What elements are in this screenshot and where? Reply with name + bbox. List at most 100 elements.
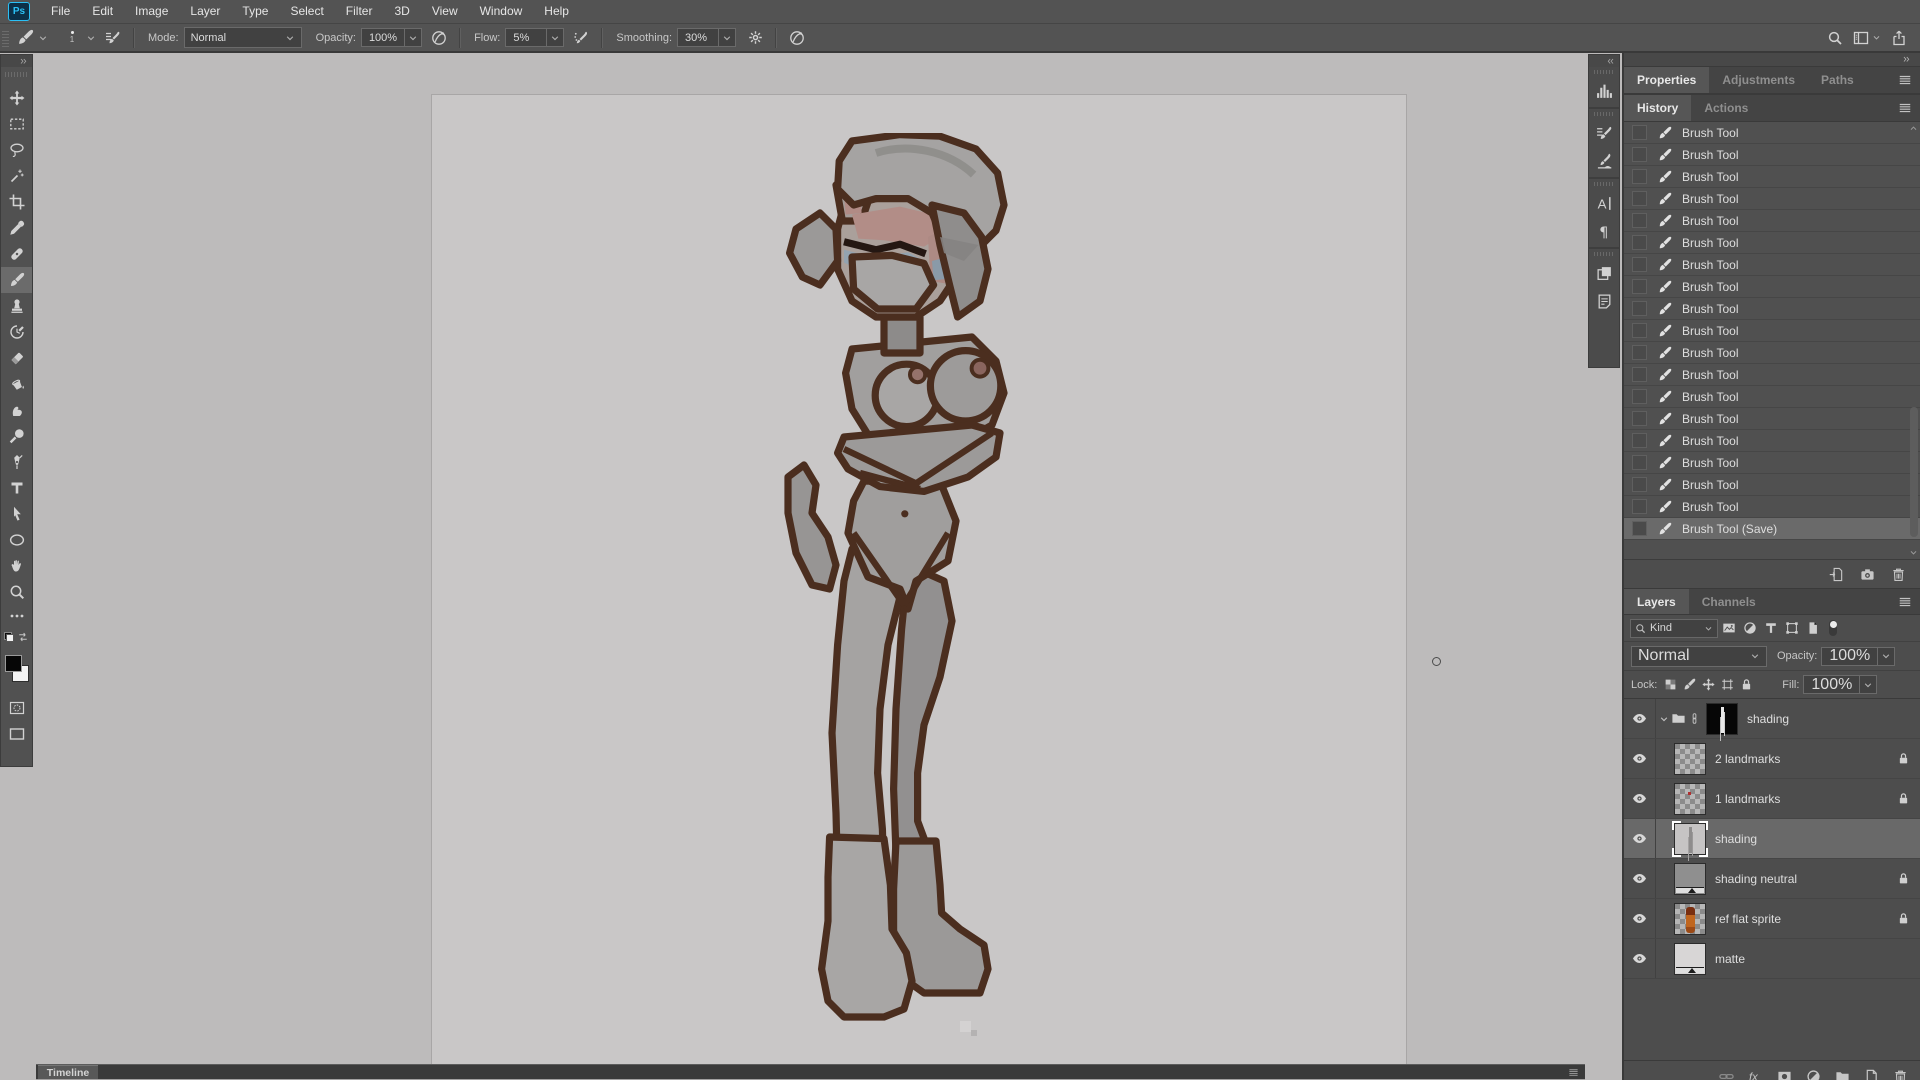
history-source-checkbox[interactable]: [1632, 169, 1647, 184]
lock-all-button[interactable]: [1737, 675, 1756, 694]
layer-name[interactable]: ref flat sprite: [1715, 912, 1781, 926]
history-source-checkbox[interactable]: [1632, 301, 1647, 316]
layer-name[interactable]: shading neutral: [1715, 872, 1797, 886]
type-tool[interactable]: [1, 475, 32, 501]
magic-wand-tool[interactable]: [1, 163, 32, 189]
history-step[interactable]: Brush Tool: [1624, 496, 1920, 518]
add-layer-mask-icon[interactable]: [1777, 1069, 1792, 1080]
photoshop-logo[interactable]: Ps: [8, 2, 30, 21]
move-tool[interactable]: [1, 85, 32, 111]
menu-item[interactable]: View: [421, 0, 469, 23]
layer-thumbnail[interactable]: [1674, 783, 1706, 815]
edit-toolbar-button[interactable]: [1, 605, 32, 627]
history-step[interactable]: Brush Tool: [1624, 210, 1920, 232]
layer-thumbnail[interactable]: [1674, 743, 1706, 775]
new-adjustment-layer-icon[interactable]: [1806, 1069, 1821, 1080]
menu-item[interactable]: File: [40, 0, 81, 23]
tools-panel-header[interactable]: [1, 55, 32, 67]
history-source-checkbox[interactable]: [1632, 191, 1647, 206]
layer-thumbnail[interactable]: [1674, 823, 1706, 855]
layer-row[interactable]: ref flat sprite: [1624, 899, 1920, 939]
panel-tab[interactable]: Actions: [1691, 95, 1761, 121]
screen-mode-button[interactable]: [1, 721, 32, 747]
crop-tool[interactable]: [1, 189, 32, 215]
history-step[interactable]: Brush Tool: [1624, 342, 1920, 364]
filter-smart-objects-button[interactable]: [1802, 618, 1823, 638]
paragraph-panel-button[interactable]: [1589, 217, 1619, 245]
default-colors-button[interactable]: [4, 632, 14, 642]
tool-preset-picker[interactable]: [17, 29, 48, 46]
tablet-pressure-size-button[interactable]: [786, 28, 808, 48]
layer-thumbnail[interactable]: [1706, 703, 1738, 735]
layer-thumbnail[interactable]: [1674, 903, 1706, 935]
layer-visibility-toggle[interactable]: [1624, 739, 1656, 778]
hand-tool[interactable]: [1, 553, 32, 579]
history-step[interactable]: Brush Tool: [1624, 474, 1920, 496]
blend-mode-select[interactable]: Normal: [184, 27, 302, 48]
menu-item[interactable]: Layer: [179, 0, 231, 23]
history-source-checkbox[interactable]: [1632, 411, 1647, 426]
layer-name[interactable]: 2 landmarks: [1715, 752, 1780, 766]
history-step[interactable]: Brush Tool: [1624, 276, 1920, 298]
clone-stamp-tool[interactable]: [1, 293, 32, 319]
history-source-checkbox[interactable]: [1632, 323, 1647, 338]
collapse-panels-button[interactable]: [1624, 53, 1920, 66]
zoom-tool[interactable]: [1, 579, 32, 605]
history-step[interactable]: Brush Tool: [1624, 122, 1920, 144]
workspace-switcher[interactable]: [1853, 30, 1881, 46]
history-step[interactable]: Brush Tool: [1624, 144, 1920, 166]
rail-grip[interactable]: [1594, 182, 1614, 186]
chevron-down-icon[interactable]: [1860, 675, 1877, 694]
layer-visibility-toggle[interactable]: [1624, 939, 1656, 978]
path-selection-tool[interactable]: [1, 501, 32, 527]
history-source-checkbox[interactable]: [1632, 367, 1647, 382]
eraser-tool[interactable]: [1, 345, 32, 371]
layer-style-fx-icon[interactable]: [1748, 1069, 1763, 1080]
layer-row[interactable]: shading: [1624, 699, 1920, 739]
panel-tab[interactable]: Layers: [1624, 589, 1689, 614]
layer-name[interactable]: shading: [1715, 832, 1757, 846]
panel-tab[interactable]: History: [1624, 95, 1691, 121]
history-source-checkbox[interactable]: [1632, 455, 1647, 470]
pen-tool[interactable]: [1, 449, 32, 475]
history-step[interactable]: Brush Tool: [1624, 232, 1920, 254]
brushes-panel-button[interactable]: [1589, 147, 1619, 175]
new-snapshot-icon[interactable]: [1860, 567, 1875, 582]
layer-name[interactable]: matte: [1715, 952, 1745, 966]
options-bar-grip[interactable]: [2, 29, 9, 47]
notes-panel-button[interactable]: [1589, 287, 1619, 315]
lock-position-button[interactable]: [1699, 675, 1718, 694]
filter-adjustment-layers-button[interactable]: [1739, 618, 1760, 638]
delete-state-icon[interactable]: [1891, 567, 1906, 582]
layer-thumbnail[interactable]: [1674, 943, 1706, 975]
filter-shape-layers-button[interactable]: [1781, 618, 1802, 638]
new-group-icon[interactable]: [1835, 1069, 1850, 1080]
panel-menu-icon[interactable]: [1568, 1067, 1579, 1078]
menu-item[interactable]: Help: [533, 0, 580, 23]
history-step[interactable]: Brush Tool: [1624, 254, 1920, 276]
filter-pixel-layers-button[interactable]: [1718, 618, 1739, 638]
history-step[interactable]: Brush Tool: [1624, 408, 1920, 430]
layer-visibility-toggle[interactable]: [1624, 819, 1656, 858]
rail-grip[interactable]: [1594, 112, 1614, 116]
rail-grip[interactable]: [1594, 70, 1614, 74]
character-panel-button[interactable]: [1589, 189, 1619, 217]
brush-tool[interactable]: [1, 267, 32, 293]
history-source-checkbox[interactable]: [1632, 345, 1647, 360]
rectangular-marquee-tool[interactable]: [1, 111, 32, 137]
layer-thumbnail[interactable]: [1674, 863, 1706, 895]
layer-filter-toggle[interactable]: [1829, 620, 1837, 636]
history-scroll-thumb[interactable]: [1910, 407, 1918, 537]
histogram-panel-button[interactable]: [1589, 77, 1619, 105]
lock-transparent-pixels-button[interactable]: [1661, 675, 1680, 694]
spot-healing-brush-tool[interactable]: [1, 241, 32, 267]
panel-tab[interactable]: Properties: [1624, 67, 1709, 93]
history-step[interactable]: Brush Tool: [1624, 298, 1920, 320]
history-source-checkbox[interactable]: [1632, 521, 1647, 536]
tablet-pressure-opacity-button[interactable]: [428, 28, 450, 48]
history-source-checkbox[interactable]: [1632, 433, 1647, 448]
history-source-checkbox[interactable]: [1632, 125, 1647, 140]
layer-row[interactable]: matte: [1624, 939, 1920, 979]
layer-row[interactable]: shading neutral: [1624, 859, 1920, 899]
chevron-down-icon[interactable]: [405, 28, 422, 47]
